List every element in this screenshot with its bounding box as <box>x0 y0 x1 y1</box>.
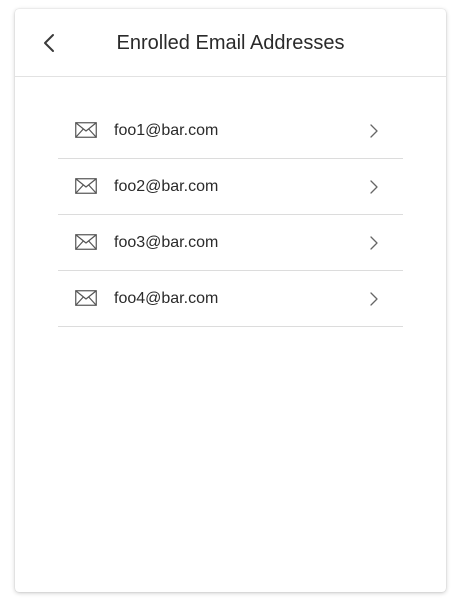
page-title: Enrolled Email Addresses <box>116 32 345 54</box>
envelope-icon <box>75 178 97 194</box>
email-address: foo2@bar.com <box>114 178 219 195</box>
email-row[interactable]: foo3@bar.com <box>58 215 403 271</box>
chevron-right-icon <box>370 236 378 250</box>
chevron-right-icon <box>370 292 378 306</box>
email-address: foo4@bar.com <box>114 290 219 307</box>
envelope-icon <box>75 122 97 138</box>
chevron-right-icon <box>370 180 378 194</box>
email-address: foo1@bar.com <box>114 122 219 139</box>
header-bar: Enrolled Email Addresses <box>15 9 446 77</box>
envelope-icon <box>75 234 97 250</box>
email-row[interactable]: foo2@bar.com <box>58 159 403 215</box>
email-row[interactable]: foo1@bar.com <box>58 103 403 159</box>
email-list: foo1@bar.com foo2@bar.com foo3@bar.com f… <box>58 103 403 327</box>
chevron-left-icon <box>44 34 54 52</box>
envelope-icon <box>75 290 97 306</box>
chevron-right-icon <box>370 124 378 138</box>
enrolled-emails-panel: Enrolled Email Addresses foo1@bar.com fo… <box>15 9 446 592</box>
email-address: foo3@bar.com <box>114 234 219 251</box>
email-row[interactable]: foo4@bar.com <box>58 271 403 327</box>
